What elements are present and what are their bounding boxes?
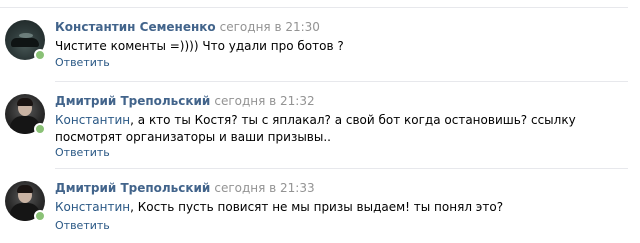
avatar-detail [17, 98, 33, 106]
mention-link[interactable]: Константин [55, 113, 130, 127]
avatar[interactable] [5, 94, 46, 135]
online-status-icon [34, 49, 46, 61]
avatar[interactable] [5, 181, 46, 222]
reply-button[interactable]: Ответить [55, 56, 110, 70]
comment-body: , Кость пусть повисят не мы призы выдаем… [130, 200, 504, 214]
reply-button[interactable]: Ответить [55, 146, 110, 160]
avatar[interactable] [5, 20, 46, 61]
mention-link[interactable]: Константин [55, 200, 130, 214]
author-name[interactable]: Дмитрий Трепольский [55, 181, 210, 195]
comment-body: Чистите коменты =)))) Что удали про бото… [55, 39, 344, 53]
comment-text: Константин, Кость пусть повисят не мы пр… [55, 199, 615, 216]
comment-date[interactable]: сегодня в 21:32 [214, 94, 314, 108]
author-name[interactable]: Дмитрий Трепольский [55, 94, 210, 108]
comment-date[interactable]: сегодня в 21:33 [214, 181, 314, 195]
comment-header: Константин Семененко сегодня в 21:30 [55, 19, 320, 35]
comment-text: Константин, а кто ты Костя? ты с яплакал… [55, 112, 615, 146]
comment-header: Дмитрий Трепольский сегодня в 21:33 [55, 180, 315, 196]
avatar-detail [11, 38, 39, 47]
comment-body: , а кто ты Костя? ты с яплакал? а свой б… [55, 113, 576, 144]
author-name[interactable]: Константин Семененко [55, 20, 216, 34]
online-status-icon [34, 210, 46, 222]
comment-item: Дмитрий Трепольский сегодня в 21:33 Конст… [0, 169, 640, 243]
avatar-detail [17, 185, 33, 193]
comment-item: Константин Семененко сегодня в 21:30 Чист… [0, 8, 640, 82]
comment-item: Дмитрий Трепольский сегодня в 21:32 Конст… [0, 82, 640, 169]
reply-button[interactable]: Ответить [55, 219, 110, 233]
comment-date[interactable]: сегодня в 21:30 [220, 20, 320, 34]
online-status-icon [34, 123, 46, 135]
comment-header: Дмитрий Трепольский сегодня в 21:32 [55, 93, 315, 109]
comment-text: Чистите коменты =)))) Что удали про бото… [55, 38, 615, 55]
